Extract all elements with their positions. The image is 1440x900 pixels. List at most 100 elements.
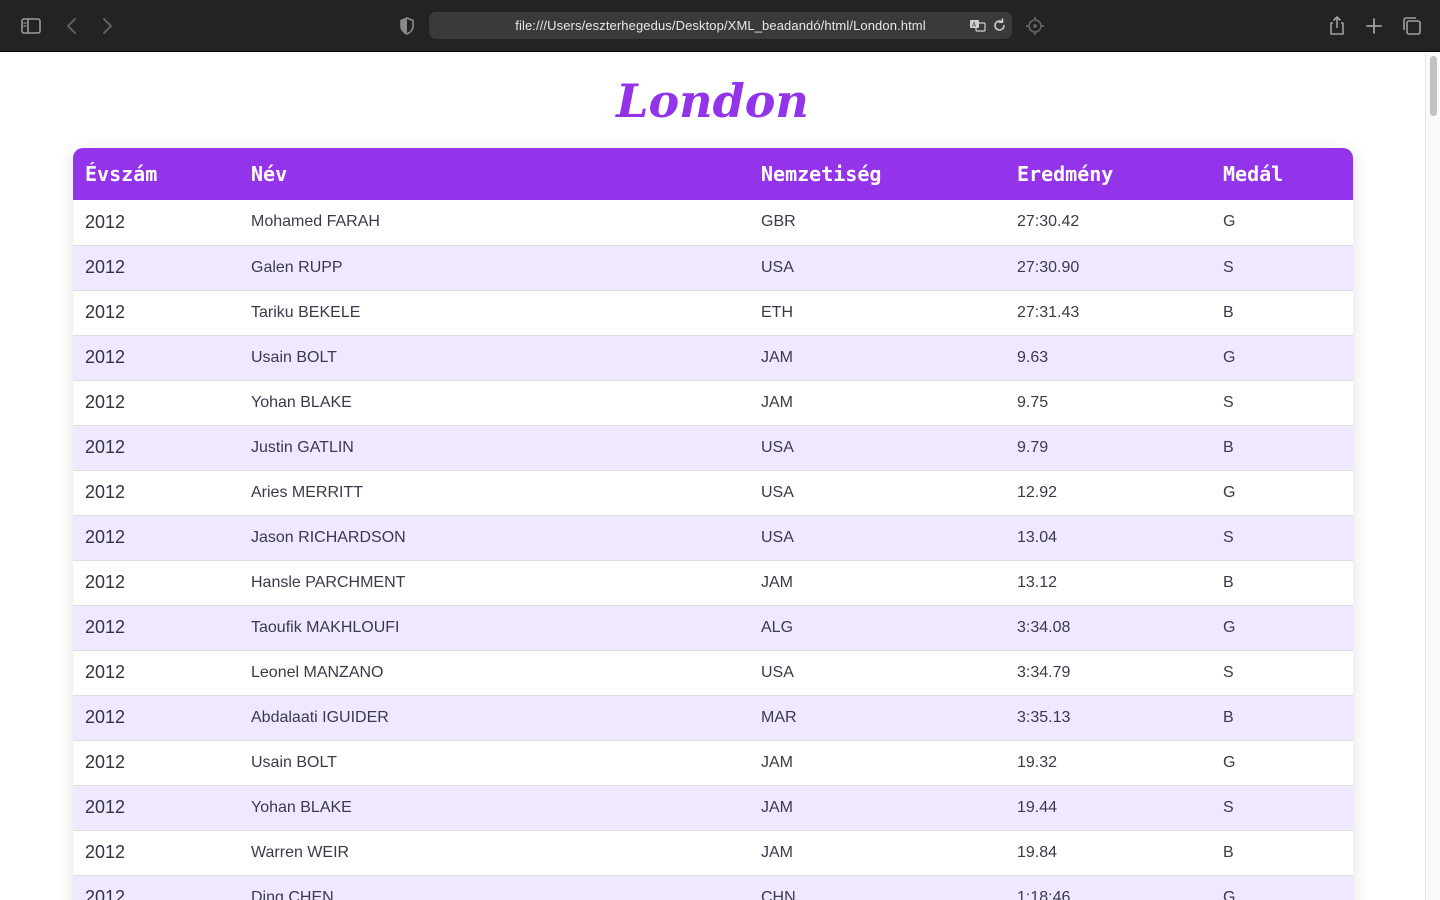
table-row: 2012 Warren WEIR JAM 19.84 B — [73, 830, 1353, 875]
translate-icon[interactable]: A — [969, 17, 986, 34]
cell-result: 19.84 — [1017, 843, 1058, 861]
reload-icon[interactable] — [991, 17, 1008, 34]
cell-year: 2012 — [85, 437, 126, 457]
scrollbar-thumb[interactable] — [1430, 56, 1437, 116]
header-year: Évszám — [85, 162, 158, 186]
table-row: 2012 Justin GATLIN USA 9.79 B — [73, 425, 1353, 470]
cell-medal: B — [1223, 573, 1234, 591]
table-row: 2012 Jason RICHARDSON USA 13.04 S — [73, 515, 1353, 560]
cell-year: 2012 — [85, 211, 126, 232]
sidebar-icon[interactable] — [19, 14, 43, 38]
cell-name: Yohan BLAKE — [251, 393, 352, 411]
cell-nationality: JAM — [761, 843, 793, 861]
browser-toolbar: file:///Users/eszterhegedus/Desktop/XML_… — [0, 0, 1440, 52]
cell-nationality: GBR — [761, 213, 796, 231]
cell-year: 2012 — [85, 302, 126, 322]
cell-medal: B — [1223, 438, 1234, 456]
cell-year: 2012 — [85, 887, 126, 900]
table-row: 2012 Tariku BEKELE ETH 27:31.43 B — [73, 290, 1353, 335]
tab-overview-icon[interactable] — [1400, 14, 1424, 38]
cell-name: Warren WEIR — [251, 843, 350, 861]
cell-nationality: ALG — [761, 618, 794, 636]
address-bar[interactable]: file:///Users/eszterhegedus/Desktop/XML_… — [429, 12, 1012, 39]
cell-nationality: USA — [761, 663, 794, 681]
header-result: Eredmény — [1017, 162, 1114, 186]
shield-icon[interactable] — [395, 14, 419, 38]
cell-name: Yohan BLAKE — [251, 798, 352, 816]
cell-name: Galen RUPP — [251, 258, 343, 276]
cell-year: 2012 — [85, 257, 126, 277]
cell-name: Mohamed FARAH — [251, 213, 380, 231]
cell-nationality: USA — [761, 438, 794, 456]
cell-result: 19.44 — [1017, 798, 1058, 816]
table-row: 2012 Galen RUPP USA 27:30.90 S — [73, 245, 1353, 290]
cell-result: 27:30.90 — [1017, 258, 1080, 276]
table-row: 2012 Usain BOLT JAM 9.63 G — [73, 335, 1353, 380]
new-tab-icon[interactable] — [1362, 14, 1386, 38]
extensions-icon[interactable] — [1023, 14, 1047, 38]
header-name: Név — [251, 162, 288, 186]
cell-result: 1:18:46 — [1017, 888, 1071, 900]
cell-nationality: JAM — [761, 573, 793, 591]
cell-nationality: JAM — [761, 753, 793, 771]
forward-icon[interactable] — [95, 14, 119, 38]
cell-name: Abdalaati IGUIDER — [251, 708, 389, 726]
cell-medal: B — [1223, 708, 1234, 726]
table-row: 2012 Abdalaati IGUIDER MAR 3:35.13 B — [73, 695, 1353, 740]
cell-name: Justin GATLIN — [251, 438, 354, 456]
table-row: 2012 Usain BOLT JAM 19.32 G — [73, 740, 1353, 785]
table-row: 2012 Ding CHEN CHN 1:18:46 G — [73, 875, 1353, 900]
cell-nationality: JAM — [761, 798, 793, 816]
results-table-container: Évszám Név Nemzetiség Eredmény Medál 201… — [73, 148, 1353, 900]
cell-medal: G — [1223, 483, 1236, 501]
cell-year: 2012 — [85, 572, 126, 592]
cell-nationality: CHN — [761, 888, 796, 900]
url-text: file:///Users/eszterhegedus/Desktop/XML_… — [515, 18, 926, 33]
cell-year: 2012 — [85, 347, 126, 367]
table-row: 2012 Yohan BLAKE JAM 9.75 S — [73, 380, 1353, 425]
cell-nationality: ETH — [761, 303, 793, 321]
table-row: 2012 Hansle PARCHMENT JAM 13.12 B — [73, 560, 1353, 605]
cell-name: Tariku BEKELE — [251, 303, 361, 321]
cell-result: 3:34.79 — [1017, 663, 1071, 681]
cell-year: 2012 — [85, 752, 126, 772]
cell-medal: S — [1223, 798, 1234, 816]
cell-result: 27:30.42 — [1017, 213, 1080, 231]
cell-result: 19.32 — [1017, 753, 1058, 771]
cell-result: 12.92 — [1017, 483, 1058, 501]
cell-medal: G — [1223, 888, 1236, 900]
cell-name: Taoufik MAKHLOUFI — [251, 618, 400, 636]
cell-year: 2012 — [85, 617, 126, 637]
results-table: Évszám Név Nemzetiség Eredmény Medál 201… — [73, 148, 1353, 900]
table-row: 2012 Yohan BLAKE JAM 19.44 S — [73, 785, 1353, 830]
header-medal: Medál — [1223, 162, 1284, 186]
cell-name: Leonel MANZANO — [251, 663, 384, 681]
cell-year: 2012 — [85, 482, 126, 502]
cell-medal: G — [1223, 753, 1236, 771]
vertical-scrollbar[interactable] — [1425, 53, 1440, 900]
cell-medal: S — [1223, 663, 1234, 681]
share-icon[interactable] — [1325, 14, 1349, 38]
cell-name: Aries MERRITT — [251, 483, 363, 501]
cell-name: Hansle PARCHMENT — [251, 573, 406, 591]
cell-medal: B — [1223, 303, 1234, 321]
cell-medal: G — [1223, 348, 1236, 366]
cell-year: 2012 — [85, 392, 126, 412]
table-header: Évszám Név Nemzetiség Eredmény Medál — [73, 148, 1353, 200]
table-body: 2012 Mohamed FARAH GBR 27:30.42 G 2012 Galen R… — [73, 200, 1353, 900]
cell-name: Usain BOLT — [251, 753, 337, 771]
cell-year: 2012 — [85, 527, 126, 547]
table-header-row: Évszám Név Nemzetiség Eredmény Medál — [73, 148, 1353, 200]
cell-nationality: USA — [761, 528, 794, 546]
back-icon[interactable] — [60, 14, 84, 38]
table-row: 2012 Aries MERRITT USA 12.92 G — [73, 470, 1353, 515]
cell-nationality: MAR — [761, 708, 797, 726]
cell-nationality: USA — [761, 483, 794, 501]
cell-medal: S — [1223, 258, 1234, 276]
cell-medal: B — [1223, 843, 1234, 861]
cell-medal: G — [1223, 618, 1236, 636]
cell-name: Ding CHEN — [251, 888, 334, 900]
cell-result: 9.63 — [1017, 348, 1049, 366]
page-title: London — [616, 74, 809, 128]
cell-name: Jason RICHARDSON — [251, 528, 406, 546]
